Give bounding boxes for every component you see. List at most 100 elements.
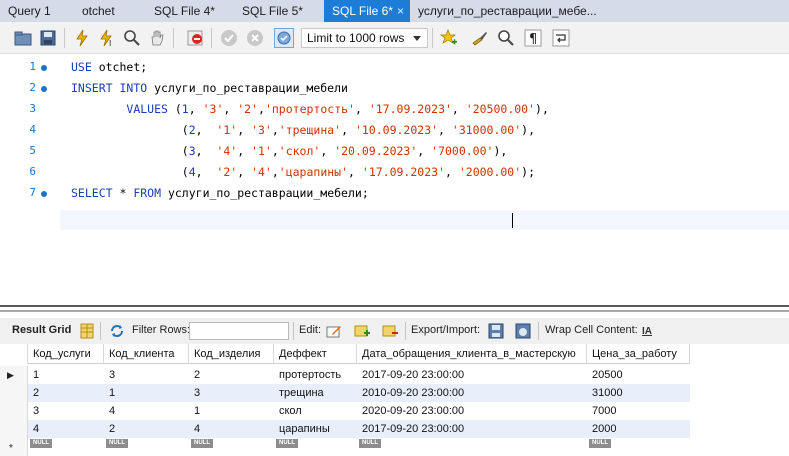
column-header[interactable]: Код_изделия [189,344,274,364]
edit-row-icon[interactable] [325,322,343,340]
tab-label: услуги_по_реставрации_мебе... [418,4,597,18]
row-header[interactable] [0,402,28,420]
export-icon[interactable] [487,322,505,340]
statement-marker-icon[interactable] [41,65,47,71]
column-header[interactable]: Дата_обращения_клиента_в_мастерскую [357,344,587,364]
code-token: '1' [251,144,272,158]
table-cell[interactable]: 2020-09-20 23:00:00 [357,402,587,420]
rollback-cross-icon[interactable] [245,28,265,48]
panel-splitter[interactable] [0,305,789,312]
open-folder-icon[interactable] [13,28,33,48]
null-badge[interactable]: NULL [359,439,381,448]
table-cell[interactable]: 4 [189,420,274,438]
code-line[interactable]: (3, '4', '1','скол', '20.09.2023', '7000… [71,144,508,158]
table-cell[interactable]: 4 [104,402,189,420]
table-row[interactable]: 3 4 1 скол 2020-09-20 23:00:00 7000 [0,402,690,420]
add-snippet-star-icon[interactable] [439,28,459,48]
table-cell[interactable]: 1 [189,402,274,420]
table-cell[interactable]: 3 [189,384,274,402]
autocommit-toggle-icon[interactable] [274,28,294,48]
null-badge[interactable]: NULL [30,439,52,448]
limit-rows-select[interactable]: Limit to 1000 rows [301,28,428,48]
beautify-brush-icon[interactable] [470,28,490,48]
import-icon[interactable] [514,322,532,340]
tab-query-1[interactable]: Query 1 [0,0,72,22]
tab-otchet[interactable]: otchet [72,0,154,22]
text-cursor [512,213,513,228]
table-row[interactable]: 2 1 3 трещина 2010-09-20 23:00:00 31000 [0,384,690,402]
tab-sql-file-4[interactable]: SQL File 4* [146,0,232,22]
code-line[interactable]: (2, '1', '3','трещина', '10.09.2023', '3… [71,123,535,137]
table-cell[interactable]: 3 [104,366,189,384]
code-token: '31000.00' [451,123,522,137]
delete-row-icon[interactable] [381,322,399,340]
refresh-icon[interactable] [108,322,126,340]
table-cell[interactable]: 4 [28,420,104,438]
row-header[interactable]: * [0,438,28,456]
result-grid-label[interactable]: Result Grid [12,324,71,336]
table-cell[interactable]: 2 [189,366,274,384]
table-cell[interactable]: 31000 [587,384,690,402]
invisible-chars-pilcrow-icon[interactable]: ¶ [523,28,543,48]
stop-hand-icon[interactable] [147,28,167,48]
table-cell[interactable]: 3 [28,402,104,420]
row-header[interactable] [0,420,28,438]
table-cell[interactable]: трещина [274,384,357,402]
table-cell[interactable]: царапины [274,420,357,438]
execute-lightning-icon[interactable] [72,28,92,48]
null-badge[interactable]: NULL [276,439,298,448]
code-token: 4 [188,165,196,179]
null-badge[interactable]: NULL [589,439,611,448]
line-number: 2 [29,81,36,94]
statement-marker-icon[interactable] [41,86,47,92]
wrap-cell-toggle-icon[interactable]: IA [638,322,656,340]
limit-rows-value: Limit to 1000 rows [307,31,405,45]
svg-text:¶: ¶ [529,32,537,47]
statement-marker-icon[interactable] [41,191,47,197]
stop-on-error-icon[interactable] [186,28,206,48]
table-row[interactable]: 4 2 4 царапины 2017-09-20 23:00:00 2000 [0,420,690,438]
tab-sql-file-6[interactable]: SQL File 6* × [324,0,410,22]
table-cell[interactable]: 20500 [587,366,690,384]
row-header[interactable]: ▶ [0,366,28,384]
code-line[interactable]: USE otchet; [71,60,147,74]
column-header[interactable]: Код_клиента [104,344,189,364]
column-header[interactable]: Деффект [274,344,357,364]
insert-row-icon[interactable] [353,322,371,340]
explain-magnifier-icon[interactable] [122,28,142,48]
table-row[interactable]: ▶ 1 3 2 протертость 2017-09-20 23:00:00 20500 [0,366,690,384]
grid-view-icon[interactable] [78,322,96,340]
table-cell[interactable]: 7000 [587,402,690,420]
null-badge[interactable]: NULL [106,439,128,448]
table-cell[interactable]: 2017-09-20 23:00:00 [357,366,587,384]
table-cell[interactable]: протертость [274,366,357,384]
table-cell[interactable]: 2 [104,420,189,438]
table-cell[interactable]: 1 [28,366,104,384]
wrap-lines-icon[interactable] [551,28,571,48]
code-line[interactable]: SELECT * FROM услуги_по_реставрации_мебе… [71,186,369,200]
table-cell[interactable]: 2000 [587,420,690,438]
row-header[interactable] [0,384,28,402]
table-cell[interactable]: 2017-09-20 23:00:00 [357,420,587,438]
table-cell[interactable]: 2 [28,384,104,402]
code-line[interactable]: VALUES (1, '3', '2','протертость', '17.0… [71,102,549,116]
column-header[interactable]: Код_услуги [28,344,104,364]
code-line[interactable]: INSERT INTO услуги_по_реставрации_мебели [71,81,348,95]
code-line[interactable]: (4, '2', '4','царапины', '17.09.2023', '… [71,165,535,179]
filter-rows-input[interactable] [189,322,289,340]
tab-sql-file-5[interactable]: SQL File 5* [234,0,324,22]
commit-check-icon[interactable] [219,28,239,48]
column-header[interactable]: Цена_за_работу [587,344,690,364]
new-row[interactable]: * NULL NULL NULL NULL NULL NULL [0,438,690,456]
table-cell[interactable]: скол [274,402,357,420]
execute-current-icon[interactable]: I [97,28,117,48]
table-cell[interactable]: 2010-09-20 23:00:00 [357,384,587,402]
tab-table-restoration[interactable]: услуги_по_реставрации_мебе... [410,0,600,22]
table-cell[interactable]: 1 [104,384,189,402]
code-token: , [258,102,265,116]
save-icon[interactable] [38,28,58,48]
close-tab-icon[interactable]: × [397,0,404,22]
null-badge[interactable]: NULL [191,439,213,448]
find-magnifier-icon[interactable] [496,28,516,48]
sql-editor[interactable]: 1 USE otchet; 2 INSERT INTO услуги_по_реста… [0,54,789,300]
